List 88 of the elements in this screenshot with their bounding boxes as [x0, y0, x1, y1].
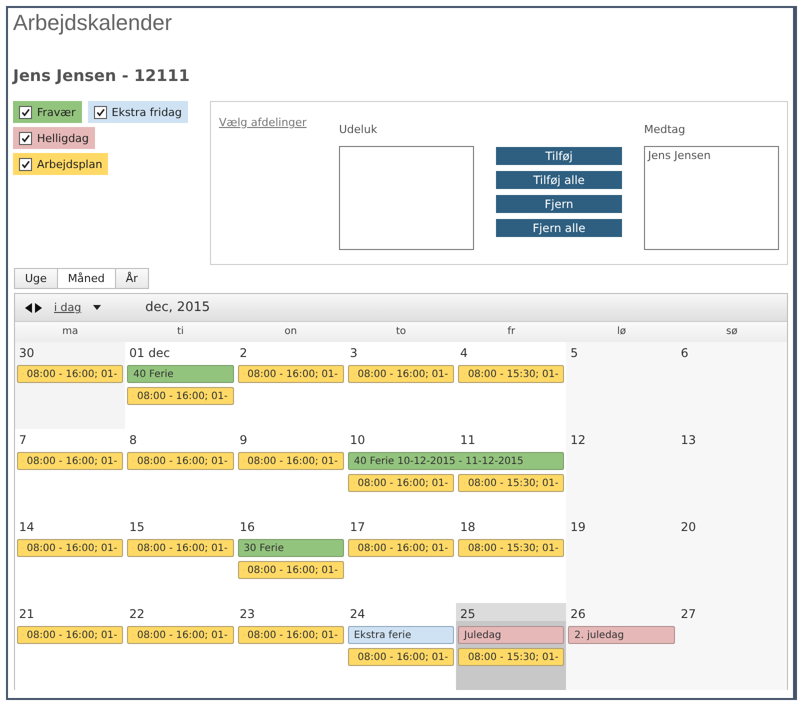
- transfer-button[interactable]: Tilføj alle: [496, 171, 622, 189]
- day-number: 8: [128, 432, 138, 447]
- legend-filter[interactable]: Ekstra fridag: [88, 101, 188, 123]
- view-tab[interactable]: År: [114, 268, 149, 289]
- view-tab[interactable]: Måned: [56, 268, 116, 289]
- calendar-event[interactable]: 08:00 - 16:00; 01-: [348, 474, 454, 492]
- calendar-event[interactable]: 08:00 - 16:00; 01-: [348, 539, 454, 557]
- weekday-header: on: [283, 325, 298, 339]
- calendar-event[interactable]: 08:00 - 16:00; 01-: [17, 452, 124, 470]
- weekday-header: ti: [176, 325, 185, 339]
- checkbox[interactable]: [19, 158, 32, 170]
- calendar-event[interactable]: 08:00 - 16:00; 01-: [127, 387, 234, 405]
- weekday-header: fr: [506, 325, 516, 339]
- calendar-event[interactable]: Juledag: [458, 626, 564, 644]
- calendar-event[interactable]: 08:00 - 16:00; 01-: [127, 626, 234, 644]
- calendar-event[interactable]: 08:00 - 16:00; 01-: [238, 452, 344, 470]
- exclude-list[interactable]: [339, 146, 474, 250]
- day-number: 27: [680, 606, 697, 621]
- weekday-header: sø: [725, 325, 738, 339]
- today-link[interactable]: i dag: [54, 301, 82, 314]
- day-number: 3: [348, 345, 358, 360]
- calendar-event[interactable]: 30 Ferie: [238, 539, 344, 557]
- calendar-event[interactable]: 08:00 - 16:00; 01-: [17, 626, 124, 644]
- calendar-event[interactable]: 08:00 - 16:00; 01-: [17, 365, 124, 383]
- day-number: 4: [459, 345, 469, 360]
- legend-filter[interactable]: Fravær: [13, 101, 82, 123]
- calendar-event[interactable]: 08:00 - 15:30; 01-: [458, 648, 564, 666]
- transfer-button[interactable]: Fjern: [496, 195, 622, 213]
- day-number: 2: [238, 345, 248, 360]
- calendar-event[interactable]: 08:00 - 16:00; 01-: [238, 365, 344, 383]
- transfer-button[interactable]: Fjern alle: [496, 219, 622, 237]
- day-number: 22: [128, 606, 146, 621]
- checkbox[interactable]: [19, 106, 32, 118]
- day-number: 12: [569, 432, 587, 447]
- dropdown-caret-icon[interactable]: [93, 305, 102, 310]
- day-number: 14: [18, 519, 36, 534]
- day-number: 30: [18, 345, 36, 360]
- day-number: 7: [18, 432, 28, 447]
- day-number: 24: [348, 606, 366, 621]
- transfer-button[interactable]: Tilføj: [496, 147, 622, 165]
- list-label: Medtag: [644, 123, 686, 136]
- day-number: 18: [459, 519, 476, 534]
- day-number: 11: [459, 432, 476, 447]
- select-departments-link[interactable]: Vælg afdelinger: [219, 116, 309, 250]
- legend-filter[interactable]: Arbejdsplan: [13, 153, 108, 175]
- calendar-event[interactable]: 08:00 - 15:30; 01-: [458, 474, 564, 492]
- day-number: 19: [569, 519, 587, 534]
- checkbox[interactable]: [19, 132, 32, 144]
- checkbox[interactable]: [94, 106, 107, 118]
- day-number: 10: [348, 432, 366, 447]
- next-icon[interactable]: [35, 302, 42, 312]
- list-label: Udeluk: [339, 123, 378, 136]
- day-number: 13: [680, 432, 697, 447]
- calendar-event[interactable]: 08:00 - 15:30; 01-: [458, 539, 564, 557]
- day-number: 26: [569, 606, 587, 621]
- employee-name: Jens Jensen - 12111: [13, 66, 191, 85]
- calendar-event[interactable]: 08:00 - 16:00; 01-: [348, 648, 454, 666]
- calendar-event[interactable]: 08:00 - 16:00; 01-: [238, 561, 344, 579]
- day-number: 9: [238, 432, 248, 447]
- day-number: 15: [128, 519, 146, 534]
- weekday-header: to: [394, 325, 408, 339]
- calendar-event[interactable]: Ekstra ferie: [348, 626, 454, 644]
- day-number: 17: [348, 519, 366, 534]
- page-title: Arbejdskalender: [13, 10, 173, 36]
- calendar-event[interactable]: 08:00 - 16:00; 01-: [348, 365, 454, 383]
- calendar-event[interactable]: 2. juledag: [568, 626, 675, 644]
- calendar-event[interactable]: 08:00 - 16:00; 01-: [238, 626, 344, 644]
- weekday-header: ma: [61, 325, 80, 339]
- weekday-header: lø: [616, 325, 628, 339]
- calendar-event[interactable]: 08:00 - 15:30; 01-: [458, 365, 564, 383]
- calendar-event[interactable]: 08:00 - 16:00; 01-: [17, 539, 124, 557]
- view-tab[interactable]: Uge: [14, 268, 58, 289]
- day-number: 23: [238, 606, 256, 621]
- day-number: 16: [238, 519, 256, 534]
- period-label: dec, 2015: [145, 300, 210, 315]
- include-list[interactable]: Jens Jensen: [644, 146, 779, 250]
- calendar-event[interactable]: 40 Ferie 10-12-2015 - 11-12-2015: [348, 452, 564, 470]
- calendar-event[interactable]: 08:00 - 16:00; 01-: [127, 539, 234, 557]
- calendar-event[interactable]: 08:00 - 16:00; 01-: [127, 452, 234, 470]
- previous-icon[interactable]: [25, 302, 32, 312]
- legend-filter[interactable]: Helligdag: [13, 127, 95, 149]
- day-number: 25: [456, 603, 566, 621]
- day-number: 20: [680, 519, 697, 534]
- day-number: 5: [569, 345, 580, 360]
- calendar-event[interactable]: 40 Ferie: [127, 365, 234, 383]
- day-number: 6: [680, 345, 690, 360]
- day-number: 21: [18, 606, 36, 621]
- day-number: 01 dec: [128, 345, 171, 360]
